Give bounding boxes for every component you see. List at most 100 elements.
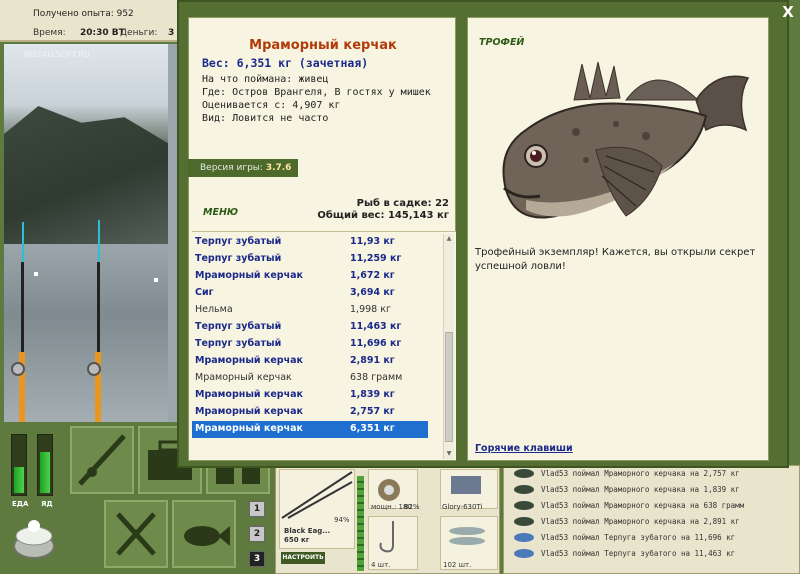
marbled-sculpin-image (502, 61, 750, 219)
log-row: Vlad53 поймал Терпуга зубатого на 11,696… (504, 530, 799, 546)
water (4, 244, 176, 422)
mountain (4, 106, 176, 246)
fish-name: Мраморный керчак (195, 270, 303, 281)
dark-fish-icon (514, 517, 534, 526)
xp-label: Получено опыта: 952 (33, 9, 134, 19)
game-version: Версия игры: 3.7.6 (188, 159, 298, 177)
fishing-rod-1[interactable] (21, 262, 24, 352)
fish-name: Мраморный керчак (195, 355, 303, 366)
fish-weight-value: 11,259 кг (350, 253, 402, 264)
keepnet-row[interactable]: Мраморный керчак 1,839 кг (192, 387, 428, 404)
float-dot (154, 278, 158, 282)
fish-weight-value: 2,891 кг (350, 355, 395, 366)
log-row: Vlad53 поймал Терпуга зубатого на 11,463… (504, 546, 799, 562)
caught-where: Где: Остров Врангеля, В гостях у мишек (202, 87, 431, 98)
keepnet-row[interactable]: Мраморный керчак 1,672 кг (192, 268, 428, 285)
line-durability-bar (357, 476, 364, 571)
close-button[interactable]: X (779, 3, 797, 21)
caught-on: На что поймана: живец (202, 74, 329, 85)
pot-icon[interactable] (10, 516, 58, 560)
log-row: Vlad53 поймал Мраморного керчака на 2,75… (504, 466, 799, 482)
fish-name: Терпуг зубатый (195, 253, 282, 264)
status-bar: Получено опыта: 952 Время: 20:30 ВТ День… (0, 0, 180, 42)
rod-tip (22, 222, 24, 262)
fish-weight-value: 6,351 кг (350, 423, 395, 434)
fish-weight-value: 2,757 кг (350, 406, 395, 417)
log-row: Vlad53 поймал Мраморного керчака на 1,83… (504, 482, 799, 498)
float-dot (34, 272, 38, 276)
fish-name: Мраморный керчак (195, 372, 292, 383)
hook-count: 4 шт. (371, 561, 391, 569)
keepnet-row[interactable]: Терпуг зубатый 11,463 кг (192, 319, 428, 336)
poison-gauge-fill (40, 452, 50, 493)
setup-button[interactable]: НАСТРОИТЬ (281, 552, 325, 564)
version-value: 3.7.6 (265, 163, 292, 173)
reel-icon (11, 362, 25, 376)
poison-gauge (37, 434, 53, 496)
reel-durability: 82% (404, 503, 420, 511)
scroll-down-icon[interactable]: ▼ (445, 450, 453, 458)
slot-number-3[interactable]: 3 (249, 551, 265, 567)
slot-number-1[interactable]: 1 (249, 501, 265, 517)
fish-name: Мраморный керчак (195, 423, 303, 434)
version-label: Версия игры: (200, 163, 263, 173)
keepnet-row[interactable]: Нельма 1,998 кг (192, 302, 428, 319)
line-spool-icon (451, 476, 481, 494)
keepnet-total-weight: Общий вес: 145,143 кг (317, 210, 449, 221)
keepnet-list[interactable]: Терпуг зубатый 11,93 кг Терпуг зубатый 11,2… (192, 231, 456, 460)
fish-weight-value: 3,694 кг (350, 287, 395, 298)
keepnet-row[interactable]: Терпуг зубатый 11,696 кг (192, 336, 428, 353)
trophy-card: ТРОФЕЙ Трофейный экземпляр! Кажется, вы … (467, 17, 769, 461)
fish-weight-value: 11,696 кг (350, 338, 402, 349)
log-row: Vlad53 поймал Мраморного керчака на 638 … (504, 498, 799, 514)
keepnet-row[interactable]: Мраморный керчак 2,891 кг (192, 353, 428, 370)
keepnet-row[interactable]: Сиг 3,694 кг (192, 285, 428, 302)
reel-icon (87, 362, 101, 376)
blue-fish-icon (514, 533, 534, 542)
scroll-up-icon[interactable]: ▲ (445, 235, 453, 243)
fish-kind: Вид: Ловится не часто (202, 113, 329, 124)
fish-name: Нельма (195, 304, 233, 315)
fishing-scene[interactable]: INSTALLSOFT.RU (4, 44, 176, 422)
fish-slot[interactable] (172, 500, 236, 568)
dark-fish-icon (514, 469, 534, 478)
menu-button[interactable]: МЕНЮ (203, 207, 238, 218)
fish-name: Мраморный керчак (195, 389, 303, 400)
rod-weight: 650 кг (284, 536, 310, 544)
fish-weight-value: 11,463 кг (350, 321, 402, 332)
keepnet-row[interactable]: Мраморный керчак 2,757 кг (192, 404, 428, 421)
money-value: 3 (168, 28, 175, 38)
keepnet-row[interactable]: Терпуг зубатый 11,259 кг (192, 251, 428, 268)
fishing-rod-2[interactable] (97, 262, 100, 352)
fish-name: Терпуг зубатый (195, 338, 282, 349)
dark-fish-icon (514, 501, 534, 510)
time-label: Время: (33, 28, 66, 38)
keepnet-row-selected[interactable]: Мраморный керчак 6,351 кг (192, 421, 428, 438)
fish-name: Мраморный керчак (195, 406, 303, 417)
food-label: ЕДА (12, 500, 29, 508)
cut-fish-slot[interactable] (104, 500, 168, 568)
dark-fish-icon (514, 485, 534, 494)
slot-number-2[interactable]: 2 (249, 526, 265, 542)
rod-slot[interactable] (70, 426, 134, 494)
fish-weight-value: 1,672 кг (350, 270, 395, 281)
rod-durability: 94% (334, 516, 350, 524)
fish-icon (184, 526, 230, 546)
catch-log: Vlad53 поймал Мраморного керчака на 2,75… (503, 465, 800, 574)
fish-weight-value: 638 грамм (350, 372, 403, 383)
fish-weight-value: 11,93 кг (350, 236, 395, 247)
poison-label: ЯД (41, 500, 53, 508)
rod-icon (78, 434, 126, 486)
watermark: INSTALLSOFT.RU (24, 50, 90, 59)
time-value: 20:30 ВТ (80, 28, 125, 38)
scroll-thumb[interactable] (445, 332, 453, 442)
rod-name: Black Eag... (284, 527, 331, 535)
bait-fish-icon (449, 527, 485, 545)
rod-tip (98, 220, 100, 262)
keepnet-scrollbar[interactable]: ▲ ▼ (443, 234, 454, 459)
food-gauge-fill (14, 466, 24, 493)
bait-count: 102 шт. (443, 561, 472, 569)
keepnet-row[interactable]: Мраморный керчак 638 грамм (192, 370, 428, 387)
hotkeys-link[interactable]: Горячие клавиши (475, 443, 573, 454)
keepnet-row[interactable]: Терпуг зубатый 11,93 кг (192, 234, 428, 251)
